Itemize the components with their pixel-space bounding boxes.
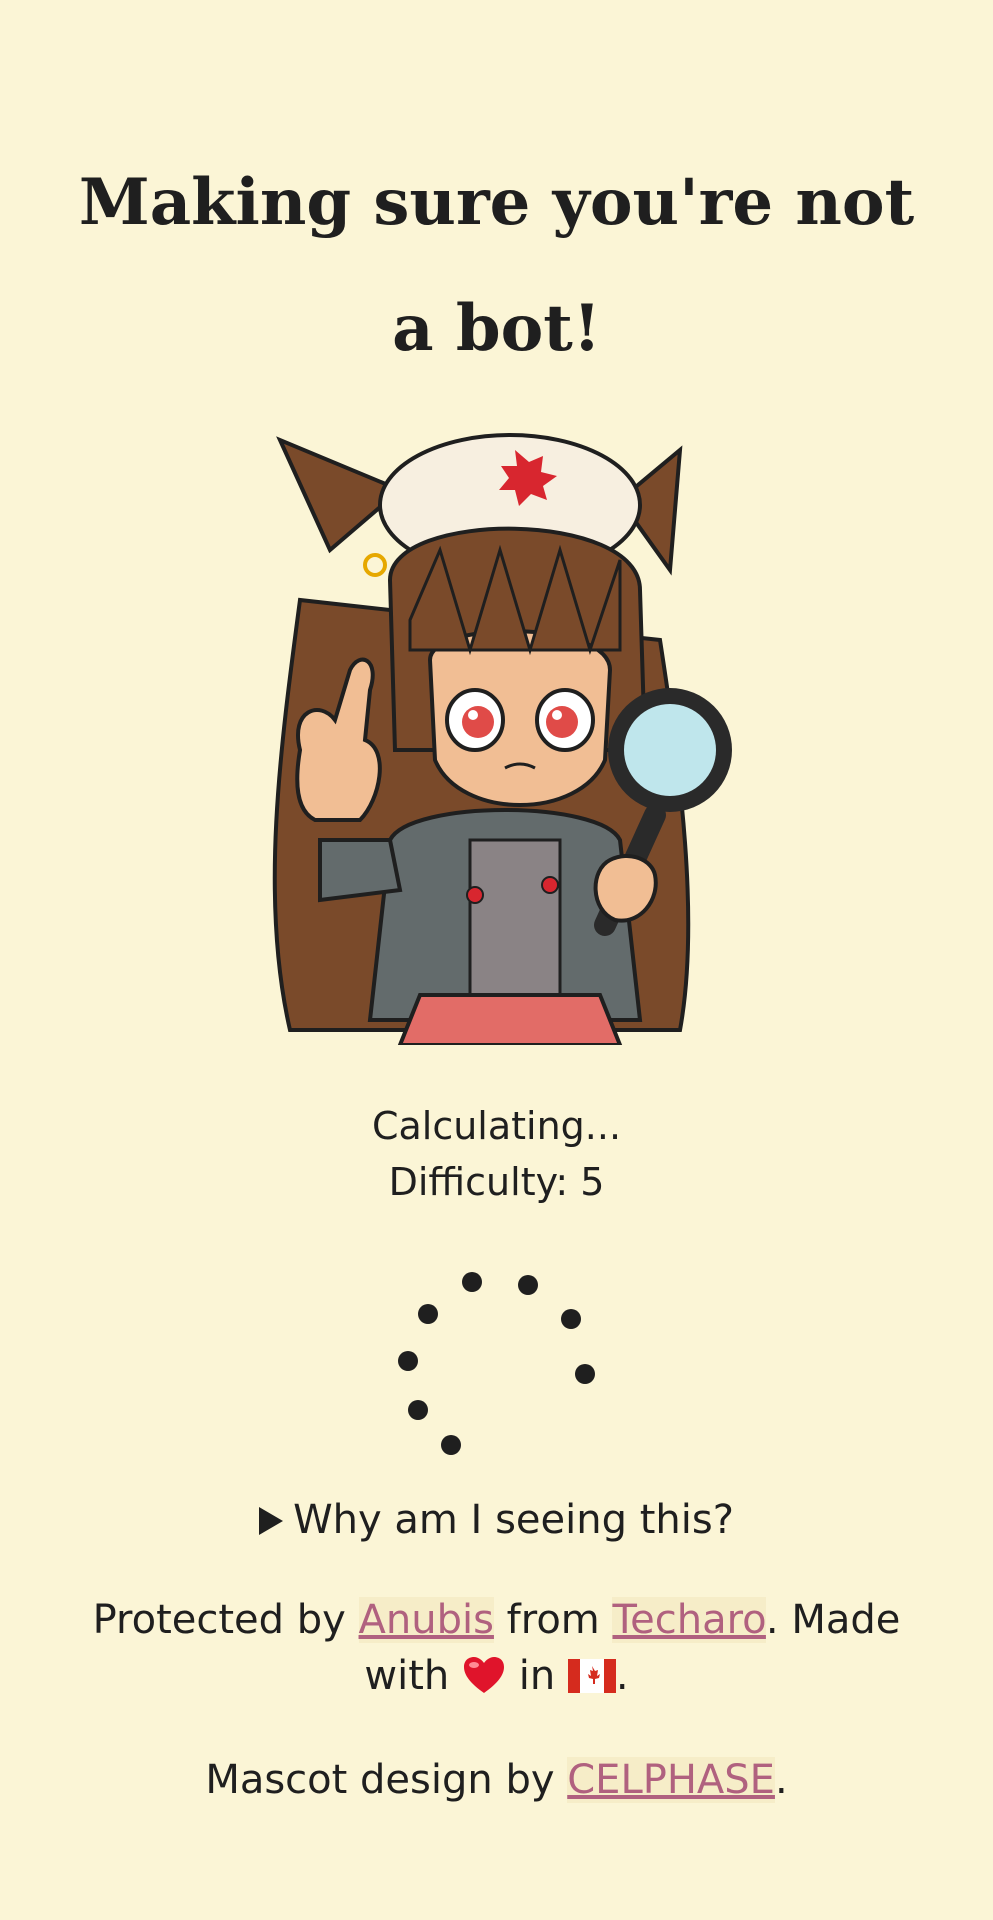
mascot-credit-prefix: Mascot design by xyxy=(205,1757,555,1803)
status-block: Calculating... Difficulty: 5 xyxy=(0,1098,993,1210)
protection-credits: Protected by Anubis from Techaro. Made w… xyxy=(60,1592,933,1704)
celphase-link[interactable]: CELPHASE xyxy=(567,1757,775,1803)
red-heart-icon xyxy=(463,1657,504,1693)
loading-spinner-icon xyxy=(398,1272,595,1455)
why-summary-label: Why am I seeing this? xyxy=(293,1497,734,1543)
page-title: Making sure you're not a bot! xyxy=(78,165,915,366)
in-text: in xyxy=(518,1653,556,1699)
mascot-credit-suffix: . xyxy=(774,1757,788,1803)
period-text: . xyxy=(615,1653,629,1699)
techaro-link[interactable]: Techaro xyxy=(612,1597,766,1643)
disclosure-triangle-icon xyxy=(259,1507,284,1535)
canada-flag-icon xyxy=(567,1659,616,1693)
anubis-link[interactable]: Anubis xyxy=(358,1597,494,1643)
status-text: Calculating... xyxy=(371,1104,622,1148)
mascot-image xyxy=(272,433,732,1045)
challenge-page: Making sure you're not a bot! Calculatin… xyxy=(0,0,993,1920)
mascot-credit: Mascot design by CELPHASE. xyxy=(0,1752,993,1808)
difficulty-text: Difficulty: 5 xyxy=(388,1160,605,1204)
protected-by-text: Protected by xyxy=(92,1597,346,1643)
why-details-toggle[interactable]: Why am I seeing this? xyxy=(0,1490,993,1550)
from-text: from xyxy=(506,1597,600,1643)
